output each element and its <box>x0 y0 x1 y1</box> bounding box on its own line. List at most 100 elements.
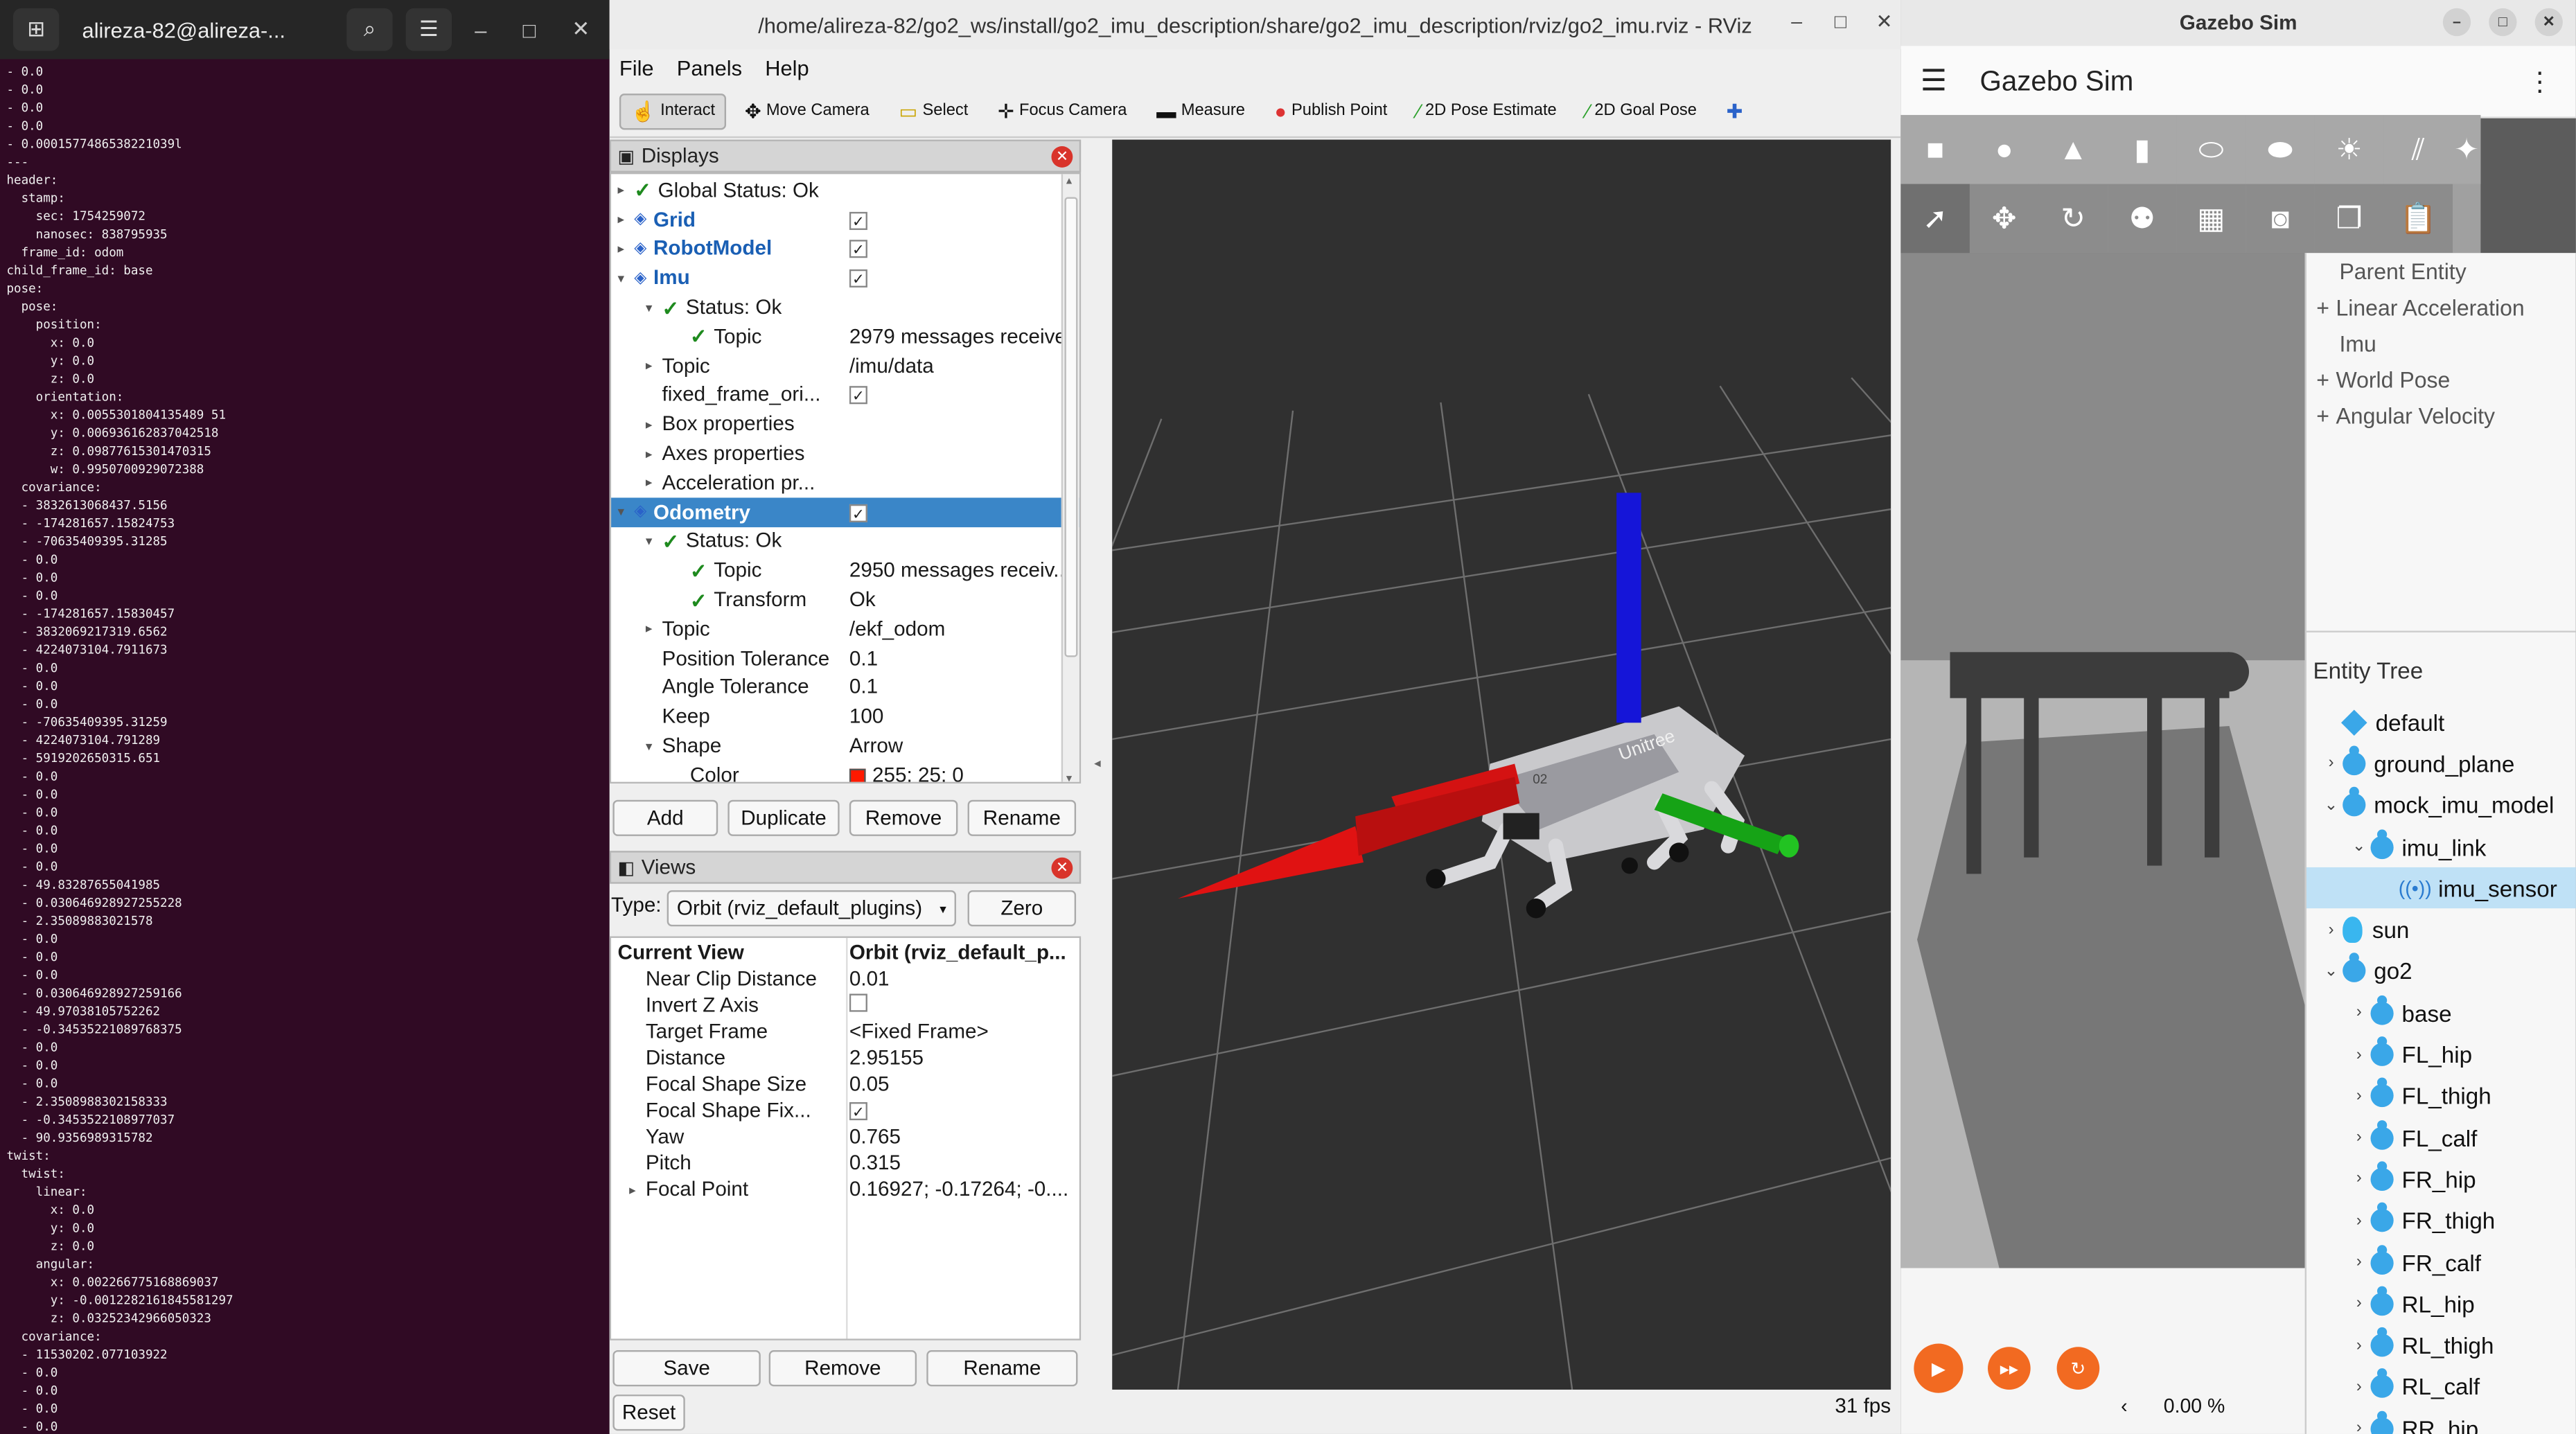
expand-plus-icon[interactable]: + <box>2316 295 2329 320</box>
expand-arrow-icon[interactable]: ▾ <box>646 738 662 753</box>
expand-arrow-icon[interactable]: ▸ <box>629 1182 646 1196</box>
component-row[interactable]: + World Pose <box>2306 362 2576 398</box>
component-row[interactable]: + Angular Velocity <box>2306 398 2576 434</box>
tree-expand-icon[interactable]: › <box>2347 1212 2370 1230</box>
hamburger-menu-icon[interactable]: ☰ <box>405 8 452 51</box>
tree-expand-icon[interactable]: › <box>2347 1295 2370 1313</box>
display-row[interactable]: ▸ Acceleration pr... <box>611 468 1079 497</box>
maximize-icon[interactable]: □ <box>523 17 536 42</box>
scroll-down-icon[interactable]: ▾ <box>1066 772 1072 782</box>
tool-2d-pose-estimate[interactable]: ⁄ 2D Pose Estimate <box>1405 93 1568 129</box>
terminal-output[interactable]: - 0.0 - 0.0 - 0.0 - 0.0 - 0.0001577486538221… <box>0 59 610 1433</box>
rotate-mode-icon[interactable]: ↻ <box>2038 184 2108 254</box>
display-row[interactable]: Color 255; 25; 0 <box>611 761 1079 782</box>
capsule-shape-icon[interactable]: ⬭ <box>2176 114 2246 184</box>
expand-plus-icon[interactable]: + <box>2316 403 2329 428</box>
component-row[interactable]: + Linear Acceleration <box>2306 289 2576 325</box>
expand-arrow-icon[interactable]: ▸ <box>646 621 662 636</box>
remove-view-button[interactable]: Remove <box>768 1350 917 1387</box>
display-row[interactable]: ▸ Topic/ekf_odom <box>611 614 1079 644</box>
entity-tree-item[interactable]: ((•)) imu_sensor <box>2306 867 2576 910</box>
minimize-icon[interactable]: – <box>475 17 486 42</box>
ellipsoid-shape-icon[interactable]: ⬬ <box>2246 114 2315 184</box>
checkbox[interactable]: ✓ <box>849 387 867 405</box>
expand-arrow-icon[interactable]: ▸ <box>646 417 662 432</box>
copy-icon[interactable]: ❐ <box>2314 184 2384 254</box>
expand-arrow-icon[interactable]: ▾ <box>646 300 662 315</box>
display-row[interactable]: ▾ ◈ Odometry ✓ <box>611 497 1079 527</box>
directional-light-icon[interactable]: ⫽ <box>2383 114 2453 184</box>
view-row[interactable]: Yaw 0.765 <box>611 1124 1079 1150</box>
expand-arrow-icon[interactable]: ▸ <box>618 183 635 197</box>
maximize-icon[interactable]: □ <box>2489 8 2517 37</box>
tree-expand-icon[interactable]: › <box>2347 1419 2370 1434</box>
expand-arrow-icon[interactable]: ▾ <box>618 271 635 285</box>
view-row[interactable]: ▾Current View Orbit (rviz_default_p... <box>611 939 1079 966</box>
entity-tree-item[interactable]: › FR_hip <box>2306 1158 2576 1200</box>
display-row[interactable]: ▾ Shape Arrow <box>611 731 1079 760</box>
scrollbar[interactable]: ▴ ▾ <box>1061 174 1079 782</box>
scrollbar-thumb[interactable] <box>1064 197 1078 657</box>
entity-tree-item[interactable]: default <box>2306 701 2576 743</box>
entity-tree[interactable]: default › ground_plane ⌄ mock_imu_model ⌄ imu_… <box>2306 701 2576 1434</box>
hamburger-menu-icon[interactable]: ☰ <box>1921 64 1947 98</box>
expand-arrow-icon[interactable]: ▸ <box>618 242 635 256</box>
entity-tree-item[interactable]: › FL_hip <box>2306 1034 2576 1075</box>
entity-tree-item[interactable]: › RL_calf <box>2306 1366 2576 1408</box>
light-sun-icon[interactable]: ☀ <box>2314 114 2384 184</box>
tree-expand-icon[interactable]: › <box>2347 1087 2370 1105</box>
search-icon[interactable]: ⌕ <box>346 8 393 51</box>
checkbox[interactable]: ✓ <box>849 269 867 288</box>
tree-expand-icon[interactable]: › <box>2347 1378 2370 1396</box>
close-icon[interactable]: ✕ <box>2534 8 2563 37</box>
view-row[interactable]: Near Clip Distance 0.01 <box>611 966 1079 992</box>
view-row[interactable]: Distance 2.95155 <box>611 1045 1079 1071</box>
displays-tree[interactable]: ▸ ✓ Global Status: Ok ▸ ◈ Grid ✓ ▸ ◈ RobotModel ✓ ▾… <box>609 172 1082 784</box>
terminal-window[interactable]: ⊞ alireza-82@alireza-... ⌕ ☰ – □ ✕ - 0.0… <box>0 0 610 1434</box>
screenshot-camera-icon[interactable]: ◙ <box>2246 184 2315 254</box>
tree-expand-icon[interactable]: › <box>2347 1004 2370 1022</box>
entity-tree-item[interactable]: › sun <box>2306 909 2576 950</box>
tree-expand-icon[interactable]: › <box>2320 754 2343 772</box>
view-row[interactable]: Focal Shape Size 0.05 <box>611 1071 1079 1097</box>
entity-tree-item[interactable]: › FR_thigh <box>2306 1200 2576 1241</box>
add-display-button[interactable]: Add <box>612 799 718 836</box>
entity-tree-item[interactable]: › RL_hip <box>2306 1283 2576 1325</box>
view-row[interactable]: Pitch 0.315 <box>611 1150 1079 1176</box>
box-shape-icon[interactable]: ■ <box>1900 114 1970 184</box>
transform-control-icon[interactable]: ⚉ <box>2108 184 2177 254</box>
tree-expand-icon[interactable]: › <box>2347 1045 2370 1063</box>
cone-shape-icon[interactable]: ▲ <box>2038 114 2108 184</box>
display-row[interactable]: ✓ Transform Ok <box>611 585 1079 614</box>
tree-expand-icon[interactable]: ⌄ <box>2320 796 2343 814</box>
expand-arrow-icon[interactable]: ▸ <box>618 212 635 227</box>
view-row[interactable]: Invert Z Axis <box>611 992 1079 1018</box>
close-panel-icon[interactable]: ✕ <box>1051 857 1073 879</box>
display-row[interactable]: ▾ ✓ Status: Ok <box>611 526 1079 556</box>
minimize-icon[interactable]: – <box>2442 8 2471 37</box>
rename-view-button[interactable]: Rename <box>926 1350 1078 1387</box>
scroll-up-icon[interactable]: ▴ <box>1066 174 1072 188</box>
close-icon[interactable]: ✕ <box>572 17 590 43</box>
more-options-icon[interactable]: ⋮ <box>2527 65 2553 98</box>
entity-tree-item[interactable]: › FR_calf <box>2306 1241 2576 1283</box>
expand-arrow-icon[interactable]: ▾ <box>611 946 617 960</box>
translate-mode-icon[interactable]: ✥ <box>1969 184 2039 254</box>
minimize-icon[interactable]: – <box>1791 10 1802 33</box>
cylinder-shape-icon[interactable]: ▮ <box>2108 114 2177 184</box>
maximize-icon[interactable]: □ <box>1835 10 1846 33</box>
display-row[interactable]: ▸ ◈ Grid ✓ <box>611 205 1079 234</box>
reset-simulation-button[interactable]: ↻ <box>2056 1347 2100 1390</box>
checkbox[interactable]: ✓ <box>849 1102 867 1121</box>
remove-display-button[interactable]: Remove <box>849 799 958 836</box>
view-row[interactable]: Focal Shape Fix... ✓ <box>611 1097 1079 1124</box>
menu-file[interactable]: File <box>619 55 654 80</box>
entity-tree-item[interactable]: › RL_thigh <box>2306 1325 2576 1366</box>
tree-expand-icon[interactable]: ⌄ <box>2347 838 2370 856</box>
tool-2d-goal-pose[interactable]: ⁄ 2D Goal Pose <box>1575 93 1709 129</box>
tool-measure[interactable]: ▬ Measure <box>1145 93 1257 129</box>
tree-expand-icon[interactable]: › <box>2347 1336 2370 1354</box>
splitter-handle[interactable]: ◂ <box>1094 756 1101 770</box>
rename-display-button[interactable]: Rename <box>967 799 1077 836</box>
checkbox[interactable] <box>849 993 867 1012</box>
